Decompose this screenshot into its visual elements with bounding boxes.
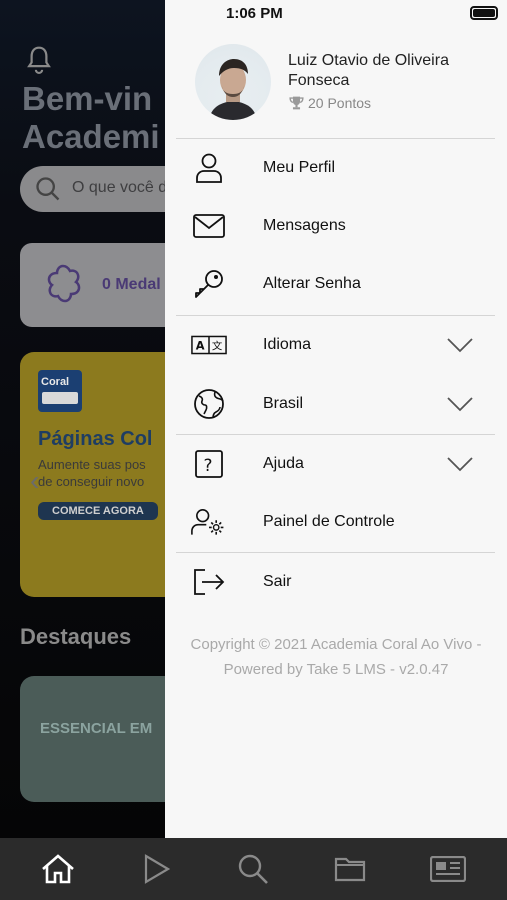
chevron-left-icon[interactable]: ‹ bbox=[30, 465, 39, 497]
banner-description: Aumente suas pos de conseguir novo bbox=[38, 457, 146, 489]
user-icon bbox=[191, 150, 227, 186]
banner-title: Páginas Col bbox=[38, 428, 153, 450]
menu-item-ajuda[interactable]: ? Ajuda bbox=[165, 435, 507, 493]
menu-label: Alterar Senha bbox=[263, 275, 361, 292]
copyright-text: Copyright © 2021 Academia Coral Ao Vivo … bbox=[190, 636, 482, 678]
menu-label: Idioma bbox=[263, 336, 312, 353]
search-icon bbox=[36, 177, 60, 201]
search-placeholder: O que você d bbox=[72, 179, 168, 196]
user-settings-icon bbox=[191, 504, 227, 540]
chevron-down-icon[interactable] bbox=[446, 337, 474, 353]
user-name: Luiz Otavio de Oliveira Fonseca bbox=[288, 52, 449, 89]
menu-item-painel-de-controle[interactable]: Painel de Controle bbox=[165, 493, 507, 551]
menu-item-mensagens[interactable]: Mensagens bbox=[165, 197, 507, 255]
menu-label: Ajuda bbox=[263, 455, 304, 472]
trophy-icon bbox=[289, 96, 304, 110]
menu-label: Meu Perfil bbox=[263, 159, 336, 176]
side-drawer: Luiz Otavio de Oliveira Fonseca 20 Ponto… bbox=[165, 0, 507, 838]
chevron-down-icon[interactable] bbox=[446, 396, 474, 412]
bell-icon[interactable] bbox=[24, 44, 54, 76]
page-title: Bem-vin Academi bbox=[22, 80, 160, 155]
menu-label: Painel de Controle bbox=[263, 513, 395, 530]
user-points: 20 Pontos bbox=[288, 95, 371, 111]
bottom-tab-bar bbox=[0, 838, 507, 900]
battery-icon bbox=[470, 6, 498, 20]
play-icon[interactable] bbox=[138, 852, 174, 886]
svg-text:A: A bbox=[196, 339, 205, 353]
news-icon[interactable] bbox=[430, 852, 466, 886]
section-title: Destaques bbox=[20, 624, 132, 649]
svg-text:?: ? bbox=[204, 456, 213, 476]
menu-item-brasil[interactable]: Brasil bbox=[165, 375, 507, 433]
avatar[interactable] bbox=[195, 44, 271, 120]
menu-label: Sair bbox=[263, 573, 292, 590]
menu-label: Brasil bbox=[263, 395, 304, 412]
medals-count: 0 Medal bbox=[102, 276, 161, 293]
chevron-down-icon[interactable] bbox=[446, 456, 474, 472]
banner-cta-button[interactable]: COMECE AGORA bbox=[38, 502, 158, 520]
menu-item-sair[interactable]: Sair bbox=[165, 553, 507, 611]
help-icon: ? bbox=[191, 446, 227, 482]
home-icon[interactable] bbox=[40, 852, 76, 886]
coral-logo: Coral bbox=[38, 370, 82, 412]
user-profile[interactable]: Luiz Otavio de Oliveira Fonseca 20 Ponto… bbox=[195, 44, 497, 122]
points-label: 20 Pontos bbox=[308, 95, 372, 111]
globe-icon bbox=[191, 386, 227, 422]
translate-icon: A文 bbox=[191, 327, 227, 363]
envelope-icon bbox=[191, 208, 227, 244]
search-icon[interactable] bbox=[235, 852, 271, 886]
menu-item-meu-perfil[interactable]: Meu Perfil bbox=[165, 139, 507, 197]
menu-label: Mensagens bbox=[263, 217, 346, 234]
menu-item-alterar-senha[interactable]: Alterar Senha bbox=[165, 255, 507, 313]
svg-text:文: 文 bbox=[212, 340, 223, 353]
medal-icon bbox=[47, 264, 81, 303]
logout-icon bbox=[191, 564, 227, 600]
menu-item-idioma[interactable]: A文 Idioma bbox=[165, 316, 507, 374]
avatar-image bbox=[209, 59, 257, 120]
key-icon bbox=[191, 266, 227, 302]
folder-icon[interactable] bbox=[332, 852, 368, 886]
status-time: 1:06 PM bbox=[226, 5, 283, 22]
featured-card-title: ESSENCIAL EM bbox=[40, 720, 153, 737]
